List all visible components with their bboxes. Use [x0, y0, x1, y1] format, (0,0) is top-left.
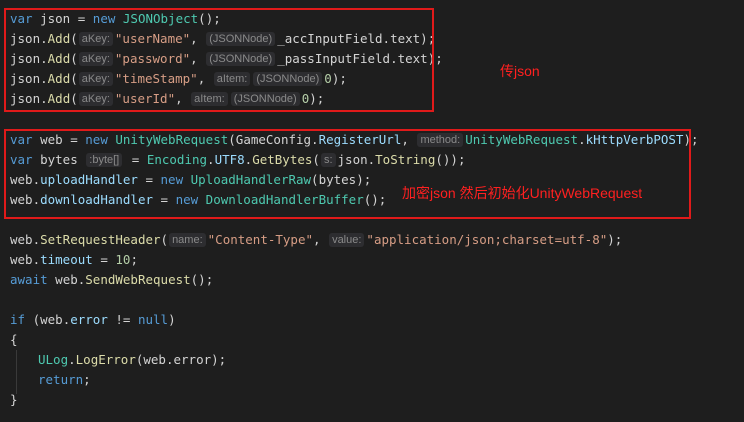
number-literal: 10	[115, 252, 131, 267]
string-literal: "application/json;charset=utf-8"	[366, 232, 608, 247]
string-literal: "Content-Type"	[207, 232, 313, 247]
identifier: web.	[10, 252, 41, 267]
code-text: =	[92, 252, 116, 267]
keyword: null	[137, 312, 169, 327]
identifier: web.	[47, 272, 86, 287]
brace: }	[10, 392, 18, 407]
keyword: await	[10, 272, 48, 287]
keyword: return	[38, 372, 84, 387]
code-line-11: web.timeout = 10;	[10, 250, 138, 270]
code-line-10: web.SetRequestHeader(name: "Content-Type"…	[10, 230, 622, 250]
identifier: (web.	[25, 312, 71, 327]
code-text: ,	[313, 232, 329, 247]
annotation-json: 传json	[500, 63, 540, 79]
method-name: SetRequestHeader	[40, 232, 161, 247]
code-text: ;	[83, 372, 91, 387]
type-name: ULog	[38, 352, 69, 367]
inlay-hint: value:	[329, 233, 365, 247]
code-text: (web.error);	[135, 352, 227, 367]
code-text: !=	[107, 312, 138, 327]
code-text: .	[68, 352, 76, 367]
code-line-17: }	[10, 390, 18, 410]
inlay-hint: name:	[169, 233, 206, 247]
code-text: ;	[130, 252, 138, 267]
code-text: )	[168, 312, 176, 327]
method-name: SendWebRequest	[85, 272, 191, 287]
code-line-12: await web.SendWebRequest();	[10, 270, 213, 290]
code-text: (	[160, 232, 169, 247]
code-line-16: return;	[38, 370, 91, 390]
property-name: timeout	[40, 252, 93, 267]
keyword: if	[10, 312, 26, 327]
annotation-request: 加密json 然后初始化UnityWebRequest	[402, 185, 643, 201]
highlight-box-request	[4, 129, 691, 219]
highlight-box-json	[4, 8, 434, 112]
property-name: error	[70, 312, 108, 327]
code-line-15: ULog.LogError(web.error);	[38, 350, 226, 370]
brace: {	[10, 332, 18, 347]
code-line-13: if (web.error != null)	[10, 310, 176, 330]
identifier: web.	[10, 232, 41, 247]
indent-guide	[16, 350, 17, 394]
method-name: LogError	[75, 352, 136, 367]
code-text: );	[607, 232, 623, 247]
code-line-14: {	[10, 330, 18, 350]
code-text: ();	[190, 272, 214, 287]
